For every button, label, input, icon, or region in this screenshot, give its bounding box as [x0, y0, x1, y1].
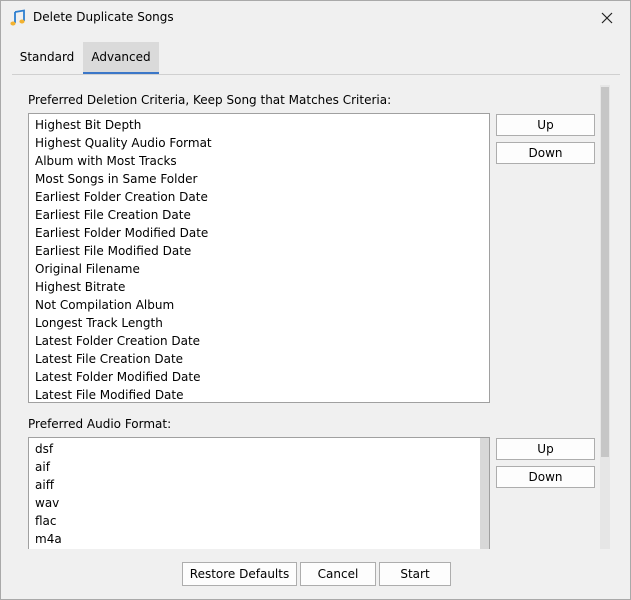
- criteria-up-button[interactable]: Up: [496, 114, 595, 136]
- list-item[interactable]: Latest Folder Modified Date: [29, 368, 489, 386]
- deletion-criteria-list[interactable]: Highest Bit Depth Highest Quality Audio F…: [28, 113, 490, 403]
- list-item[interactable]: Latest Folder Creation Date: [29, 332, 489, 350]
- audio-format-list-scrollbar[interactable]: [480, 438, 489, 549]
- list-item[interactable]: Highest Bit Depth: [29, 116, 489, 134]
- list-item[interactable]: wav: [29, 494, 489, 512]
- list-item[interactable]: Earliest File Creation Date: [29, 206, 489, 224]
- panel-scrollbar[interactable]: [600, 85, 610, 549]
- list-item[interactable]: Earliest File Modified Date: [29, 242, 489, 260]
- list-item[interactable]: Latest File Modified Date: [29, 386, 489, 402]
- deletion-criteria-label: Preferred Deletion Criteria, Keep Song t…: [28, 93, 392, 107]
- list-item[interactable]: Album with Most Tracks: [29, 152, 489, 170]
- list-item[interactable]: Not Compilation Album: [29, 296, 489, 314]
- list-item[interactable]: Highest Bitrate: [29, 278, 489, 296]
- tab-advanced[interactable]: Advanced: [83, 42, 159, 74]
- close-icon: [601, 12, 613, 24]
- list-item[interactable]: aif: [29, 458, 489, 476]
- close-button[interactable]: [591, 5, 623, 31]
- list-item[interactable]: Latest File Creation Date: [29, 350, 489, 368]
- list-item[interactable]: aiff: [29, 476, 489, 494]
- format-down-button[interactable]: Down: [496, 466, 595, 488]
- window-title: Delete Duplicate Songs: [33, 10, 174, 24]
- list-item[interactable]: Longest Track Length: [29, 314, 489, 332]
- list-item[interactable]: Earliest Folder Creation Date: [29, 188, 489, 206]
- music-note-icon: [10, 9, 25, 26]
- list-item[interactable]: dsf: [29, 440, 489, 458]
- format-up-button[interactable]: Up: [496, 438, 595, 460]
- audio-format-label: Preferred Audio Format:: [28, 417, 172, 431]
- list-item[interactable]: Earliest Folder Modified Date: [29, 224, 489, 242]
- panel-scrollbar-thumb[interactable]: [601, 87, 609, 457]
- restore-defaults-button[interactable]: Restore Defaults: [182, 562, 297, 586]
- tab-bar: Standard Advanced: [12, 42, 620, 75]
- audio-format-list[interactable]: dsf aif aiff wav flac m4a: [28, 437, 490, 549]
- list-item[interactable]: Highest Quality Audio Format: [29, 134, 489, 152]
- list-item[interactable]: Most Songs in Same Folder: [29, 170, 489, 188]
- tab-standard[interactable]: Standard: [12, 42, 82, 73]
- list-item[interactable]: Original Filename: [29, 260, 489, 278]
- cancel-button[interactable]: Cancel: [300, 562, 376, 586]
- list-item[interactable]: m4a: [29, 530, 489, 548]
- list-item[interactable]: flac: [29, 512, 489, 530]
- title-bar: Delete Duplicate Songs: [1, 1, 630, 35]
- start-button[interactable]: Start: [379, 562, 451, 586]
- criteria-down-button[interactable]: Down: [496, 142, 595, 164]
